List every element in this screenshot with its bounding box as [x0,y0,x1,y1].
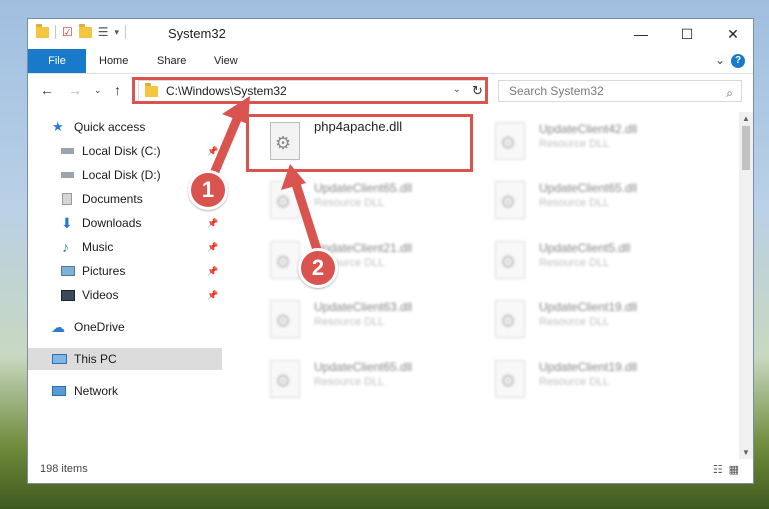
arrow-2 [291,179,323,258]
step-1-badge: 1 [188,170,228,210]
annotation-arrows [205,96,323,258]
arrow-2-head [281,164,306,190]
step-2-badge: 2 [298,248,338,288]
